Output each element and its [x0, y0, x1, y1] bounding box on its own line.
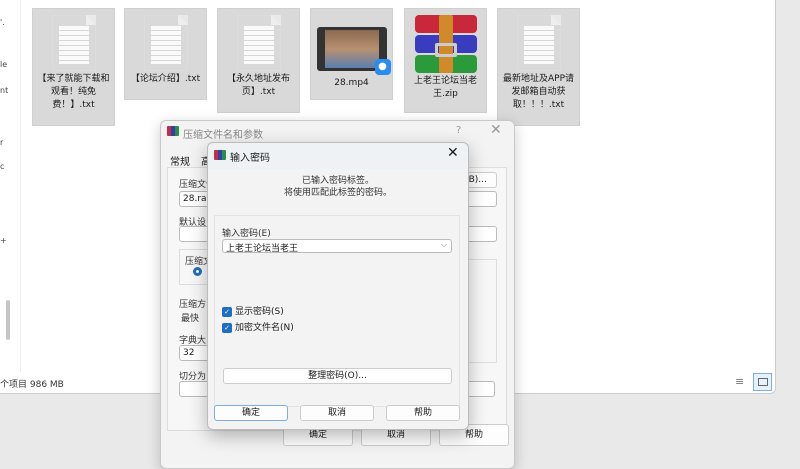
- details-view-icon[interactable]: ≡: [735, 376, 744, 387]
- method-label: 压缩方: [179, 300, 207, 310]
- password-value: 上老王论坛当老王: [226, 244, 299, 254]
- file-item[interactable]: 【论坛介绍】.txt: [124, 8, 207, 100]
- show-password-checkbox[interactable]: ✓ 显示密码(S): [222, 304, 284, 317]
- file-item[interactable]: 最新地址及APP请发邮箱自动获取！！！.txt: [497, 8, 580, 126]
- info-line: 将使用匹配此标签的密码。: [283, 188, 392, 198]
- sidebar-fragment: c: [0, 162, 5, 171]
- close-icon[interactable]: ✕: [490, 122, 502, 138]
- info-line: 已输入密码标签。: [301, 176, 374, 186]
- sidebar-fragment: le: [0, 60, 8, 69]
- close-icon[interactable]: ✕: [447, 145, 459, 161]
- sidebar-fragment: r: [0, 138, 4, 147]
- enter-password-dialog: 输入密码 ✕ 已输入密码标签。 将使用匹配此标签的密码。 输入密码(E) 上老王…: [207, 142, 469, 430]
- winrar-icon: [167, 126, 179, 137]
- organize-passwords-button[interactable]: 整理密码(O)...: [223, 368, 452, 384]
- file-item[interactable]: 【永久地址发布页】.txt: [217, 8, 300, 113]
- file-name: 上老王论坛当老王.zip: [413, 76, 477, 99]
- sidebar-fragment: +: [0, 236, 7, 245]
- checkbox-label: 加密文件名(N): [235, 323, 294, 333]
- checkbox-checked-icon: ✓: [222, 322, 232, 333]
- encrypt-names-checkbox[interactable]: ✓ 加密文件名(N): [222, 320, 294, 333]
- video-file-icon: ●: [316, 27, 391, 75]
- sidebar-scrollbar[interactable]: [6, 300, 10, 340]
- file-name: 【论坛介绍】.txt: [130, 74, 201, 84]
- tiles-view-button[interactable]: [753, 373, 772, 391]
- file-name: 28.mp4: [334, 78, 369, 88]
- password-input[interactable]: 上老王论坛当老王 ⌵: [222, 239, 452, 254]
- file-name: 【来了就能下载和观看！纯免费！】.txt: [37, 74, 110, 110]
- info-text: 已输入密码标签。 将使用匹配此标签的密码。: [208, 175, 468, 199]
- checkbox-checked-icon: ✓: [222, 306, 232, 317]
- text-file-icon: [143, 15, 188, 71]
- ok-button[interactable]: 确定: [214, 405, 288, 421]
- status-bar-text: 个项目 986 MB: [0, 380, 64, 390]
- checkbox-label: 显示密码(S): [235, 307, 284, 317]
- file-name: 【永久地址发布页】.txt: [226, 74, 290, 97]
- text-file-icon: [51, 15, 96, 71]
- divider: [20, 0, 21, 372]
- cancel-button[interactable]: 取消: [300, 405, 374, 421]
- format-radio[interactable]: [193, 267, 202, 276]
- file-item[interactable]: ● 28.mp4: [310, 8, 393, 100]
- file-name: 最新地址及APP请发邮箱自动获取！！！.txt: [502, 74, 574, 110]
- winrar-icon: [214, 150, 226, 161]
- method-select[interactable]: 最快: [181, 311, 199, 324]
- file-item[interactable]: 【来了就能下载和观看！纯免费！】.txt: [32, 8, 115, 126]
- sidebar-fragment: nt: [0, 86, 8, 95]
- dialog-title: 压缩文件名和参数: [183, 130, 263, 141]
- tab-general[interactable]: 常规: [170, 153, 190, 168]
- help-icon[interactable]: ?: [456, 125, 461, 136]
- chevron-down-icon[interactable]: ⌵: [441, 240, 447, 250]
- password-label: 输入密码(E): [222, 229, 271, 239]
- sidebar-fragment: '.: [0, 18, 5, 27]
- text-file-icon: [516, 15, 561, 71]
- dialog-title: 输入密码: [230, 153, 270, 164]
- winrar-archive-icon: [414, 15, 477, 73]
- file-item[interactable]: 上老王论坛当老王.zip: [404, 8, 487, 113]
- tiles-view-icon: [757, 378, 768, 386]
- help-button[interactable]: 帮助: [386, 405, 460, 421]
- text-file-icon: [236, 15, 281, 71]
